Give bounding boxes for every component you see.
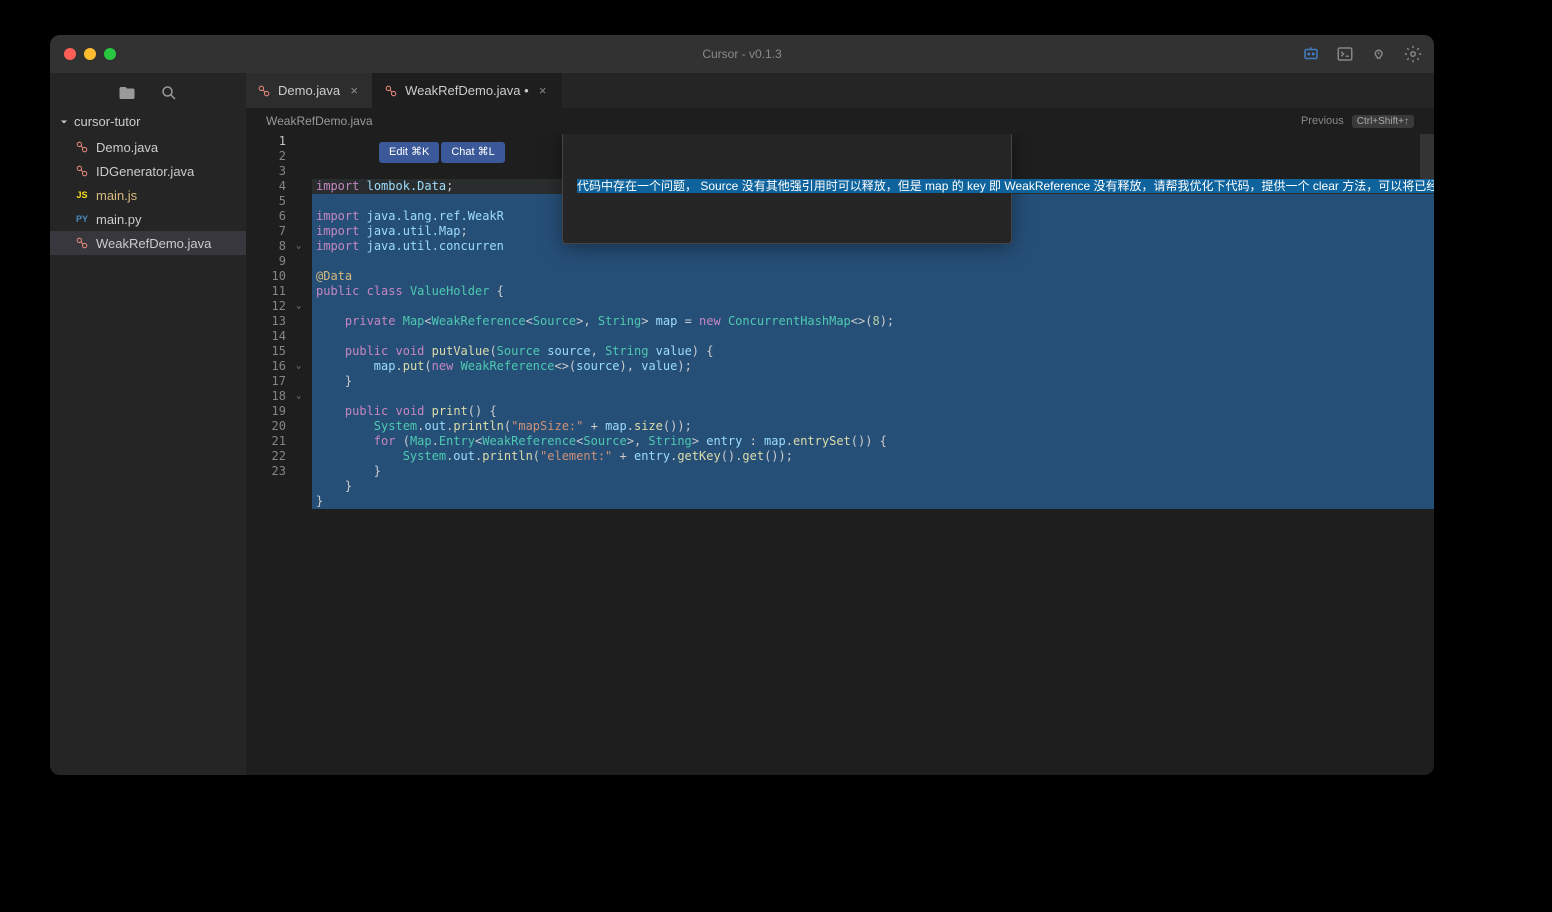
prev-label[interactable]: Previous xyxy=(1301,115,1344,127)
java-file-icon xyxy=(74,139,90,155)
java-file-icon xyxy=(256,83,272,99)
file-name: main.py xyxy=(96,212,142,227)
tab-label: WeakRefDemo.java • xyxy=(405,83,529,98)
chat-button[interactable]: Chat ⌘L xyxy=(441,142,504,163)
fold-gutter: ⌄⌄⌄⌄ xyxy=(296,134,312,775)
file-list: Demo.java IDGenerator.java JS main.js PY main… xyxy=(50,135,246,255)
chevron-down-icon xyxy=(58,116,70,128)
java-file-icon xyxy=(74,235,90,251)
traffic-lights xyxy=(50,48,116,60)
titlebar: Cursor - v0.1.3 xyxy=(50,35,1434,73)
minimap[interactable] xyxy=(1420,134,1434,775)
tab-bar: Demo.java × WeakRefDemo.java • × xyxy=(246,73,1434,108)
code-area[interactable]: import lombok.Data; import java.lang.ref… xyxy=(312,134,1434,775)
file-name: IDGenerator.java xyxy=(96,164,194,179)
scrollbar-thumb[interactable] xyxy=(1420,134,1434,184)
py-file-icon: PY xyxy=(74,211,90,227)
ai-chat-icon[interactable] xyxy=(1302,45,1320,63)
chat-input-text[interactable]: 代码中存在一个问题， Source 没有其他强引用时可以释放，但是 map 的 … xyxy=(577,177,997,195)
js-file-icon: JS xyxy=(74,187,90,203)
tab[interactable]: WeakRefDemo.java • × xyxy=(373,73,562,108)
folder-icon[interactable] xyxy=(118,84,136,102)
maximize-window-button[interactable] xyxy=(104,48,116,60)
minimize-window-button[interactable] xyxy=(84,48,96,60)
close-window-button[interactable] xyxy=(64,48,76,60)
file-item[interactable]: IDGenerator.java xyxy=(50,159,246,183)
folder-header[interactable]: cursor-tutor xyxy=(50,108,246,135)
line-gutter: 1234567891011121314151617181920212223 xyxy=(246,134,296,775)
app-body: cursor-tutor Demo.java IDGenerator.java JS… xyxy=(50,73,1434,775)
breadcrumb-path[interactable]: WeakRefDemo.java xyxy=(266,114,373,128)
file-name: WeakRefDemo.java xyxy=(96,236,211,251)
java-file-icon xyxy=(74,163,90,179)
chat-popup[interactable]: 代码中存在一个问题， Source 没有其他强引用时可以释放，但是 map 的 … xyxy=(562,134,1012,244)
file-name: main.js xyxy=(96,188,137,203)
main-pane: Demo.java × WeakRefDemo.java • × WeakRefDem… xyxy=(246,73,1434,775)
file-name: Demo.java xyxy=(96,140,158,155)
titlebar-actions xyxy=(1302,45,1422,63)
sidebar-header xyxy=(50,73,246,108)
folder-name: cursor-tutor xyxy=(74,114,140,129)
tab-label: Demo.java xyxy=(278,83,340,98)
file-item[interactable]: Demo.java xyxy=(50,135,246,159)
search-icon[interactable] xyxy=(160,84,178,102)
feedback-icon[interactable] xyxy=(1370,45,1388,63)
editor[interactable]: 1234567891011121314151617181920212223 ⌄⌄… xyxy=(246,134,1434,775)
app-window: Cursor - v0.1.3 xyxy=(50,35,1434,775)
file-item[interactable]: PY main.py xyxy=(50,207,246,231)
file-item[interactable]: JS main.js xyxy=(50,183,246,207)
terminal-icon[interactable] xyxy=(1336,45,1354,63)
close-icon[interactable]: × xyxy=(535,83,551,99)
edit-button[interactable]: Edit ⌘K xyxy=(379,142,439,163)
java-file-icon xyxy=(383,83,399,99)
file-item[interactable]: WeakRefDemo.java xyxy=(50,231,246,255)
prev-shortcut: Ctrl+Shift+↑ xyxy=(1352,115,1414,128)
settings-icon[interactable] xyxy=(1404,45,1422,63)
close-icon[interactable]: × xyxy=(346,83,362,99)
window-title: Cursor - v0.1.3 xyxy=(702,47,781,61)
floating-actions: Edit ⌘K Chat ⌘L xyxy=(379,142,505,163)
tab[interactable]: Demo.java × xyxy=(246,73,373,108)
breadcrumb: WeakRefDemo.java Previous Ctrl+Shift+↑ xyxy=(246,108,1434,134)
sidebar: cursor-tutor Demo.java IDGenerator.java JS… xyxy=(50,73,246,775)
